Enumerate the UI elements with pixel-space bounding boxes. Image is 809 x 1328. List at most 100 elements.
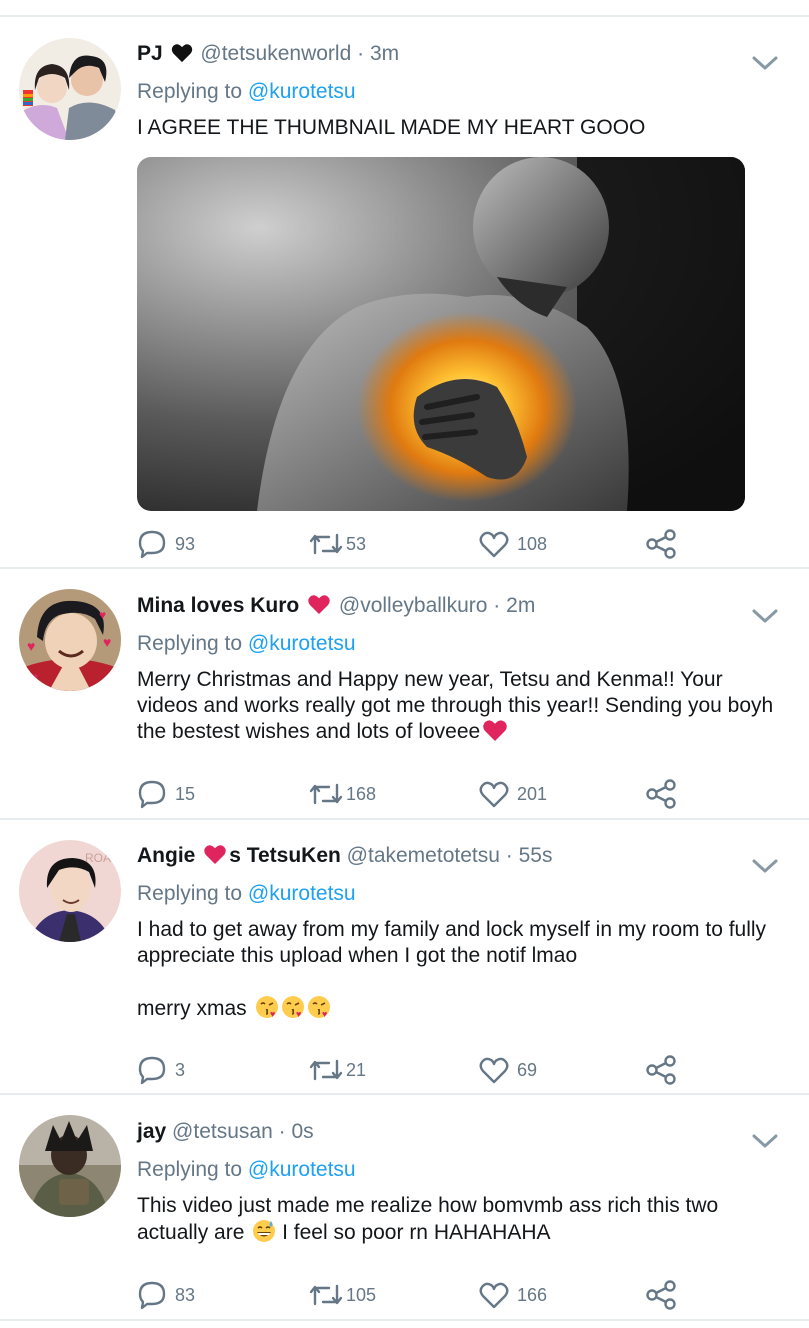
heart-outline-icon [479,1057,509,1084]
retweet-button[interactable]: 53 [309,527,366,561]
speech-bubble-icon [138,1281,166,1310]
tweet-1[interactable]: PJ @tetsukenworld · 3m Replying to @kuro… [0,18,809,569]
user-handle[interactable]: @tetsusan [172,1120,273,1143]
chevron-down-icon[interactable] [751,606,779,626]
chevron-down-icon[interactable] [751,1131,779,1151]
kissing-face-emoji: ♥ [255,996,278,1019]
share-button[interactable] [645,1278,677,1312]
mention-link[interactable]: @kurotetsu [248,80,356,103]
reply-count: 15 [175,783,196,804]
share-button[interactable] [645,777,677,811]
tweet-text: This video just made me realize how bomv… [137,1194,719,1244]
reply-button[interactable]: 83 [137,1278,195,1312]
avatar[interactable] [19,38,121,140]
share-icon [646,779,676,809]
share-icon [646,1055,676,1085]
share-icon [646,529,676,559]
svg-text:♥: ♥ [322,1009,327,1019]
like-button[interactable]: 166 [479,1278,547,1312]
reply-count: 3 [175,1059,186,1080]
red-heart-emoji [308,595,330,615]
replying-to: Replying to @kurotetsu [137,882,356,905]
timestamp[interactable]: 3m [370,42,399,65]
replying-to: Replying to @kurotetsu [137,632,356,655]
svg-text:♥: ♥ [296,1009,301,1019]
tweet-header: PJ @tetsukenworld · 3m [137,42,400,65]
avatar[interactable] [19,1115,121,1217]
mention-link[interactable]: @kurotetsu [248,882,356,905]
retweet-count: 105 [346,1284,377,1305]
avatar-image: ROAM [19,840,121,942]
avatar[interactable]: ROAM [19,840,121,942]
display-name[interactable]: Mina loves Kuro [137,594,299,617]
like-count: 166 [517,1284,548,1305]
reply-button[interactable]: 15 [137,777,195,811]
tweet-2[interactable]: ♥ ♥ ♥ ♥ Mina loves Kuro @volleyballkuro … [0,569,809,820]
share-button[interactable] [645,527,677,561]
heart-outline-icon [479,1282,509,1309]
red-heart-emoji [483,720,507,741]
mention-link[interactable]: @kurotetsu [248,632,356,655]
tweet-actions: 15 168 201 [137,777,697,811]
tweet-media-image[interactable] [137,157,745,511]
red-heart-emoji [204,845,226,865]
svg-text:♥: ♥ [270,1009,275,1019]
tweet-header: jay @tetsusan · 0s [137,1120,314,1143]
svg-text:♥: ♥ [103,634,111,650]
display-name[interactable]: PJ [137,42,163,65]
share-button[interactable] [645,1053,677,1087]
heart-outline-icon [479,781,509,808]
svg-text:ROAM: ROAM [85,851,121,865]
chevron-down-icon[interactable] [751,53,779,73]
tweet-text: I had to get away from my family and loc… [137,918,767,1020]
reply-button[interactable]: 93 [137,527,195,561]
mention-link[interactable]: @kurotetsu [248,1158,356,1181]
timestamp[interactable]: 55s [519,844,553,867]
reply-count: 83 [175,1284,196,1305]
black-heart-emoji [171,44,192,63]
tweet-4[interactable]: jay @tetsusan · 0s Replying to @kurotets… [0,1095,809,1321]
like-button[interactable]: 108 [479,527,547,561]
tweet-actions: 83 105 166 [137,1278,697,1312]
avatar[interactable]: ♥ ♥ ♥ ♥ [19,589,121,691]
chevron-down-icon[interactable] [751,856,779,876]
svg-text:♥: ♥ [27,638,35,654]
speech-bubble-icon [138,530,166,559]
replying-to: Replying to @kurotetsu [137,1158,356,1181]
tweet-actions: 93 53 108 [137,527,697,561]
heart-outline-icon [479,531,509,558]
retweet-icon [309,783,343,805]
user-handle[interactable]: @tetsukenworld [200,42,351,65]
like-count: 69 [517,1059,538,1080]
tweet-header: Angie s TetsuKen @takemetotetsu · 55s [137,844,553,867]
timestamp[interactable]: 0s [291,1120,313,1143]
display-name[interactable]: jay [137,1120,166,1143]
user-handle[interactable]: @takemetotetsu [347,844,500,867]
display-name[interactable]: Angie s TetsuKen [137,844,341,867]
avatar-image [19,1115,121,1217]
avatar-image: ♥ ♥ ♥ ♥ [19,589,121,691]
tweet-text: Merry Christmas and Happy new year, Tets… [137,668,774,743]
timestamp[interactable]: 2m [506,594,535,617]
speech-bubble-icon [138,780,166,809]
reply-button[interactable]: 3 [137,1053,185,1087]
like-button[interactable]: 201 [479,777,547,811]
svg-text:♥: ♥ [99,608,106,622]
like-button[interactable]: 69 [479,1053,537,1087]
retweet-count: 21 [346,1059,367,1080]
replying-to: Replying to @kurotetsu [137,80,356,103]
retweet-button[interactable]: 168 [309,777,376,811]
like-count: 108 [517,533,548,554]
retweet-count: 53 [346,533,367,554]
kissing-face-emoji: ♥ [307,996,330,1019]
tweet-3[interactable]: ROAM Angie s TetsuKen @takemetotetsu · 5… [0,820,809,1095]
top-divider [0,15,809,17]
speech-bubble-icon [138,1056,166,1085]
retweet-icon [309,1059,343,1081]
tweet-actions: 3 21 69 [137,1053,697,1087]
reply-count: 93 [175,533,196,554]
user-handle[interactable]: @volleyballkuro [339,594,488,617]
retweet-button[interactable]: 21 [309,1053,366,1087]
retweet-button[interactable]: 105 [309,1278,376,1312]
grinning-sweat-emoji [253,1220,276,1242]
